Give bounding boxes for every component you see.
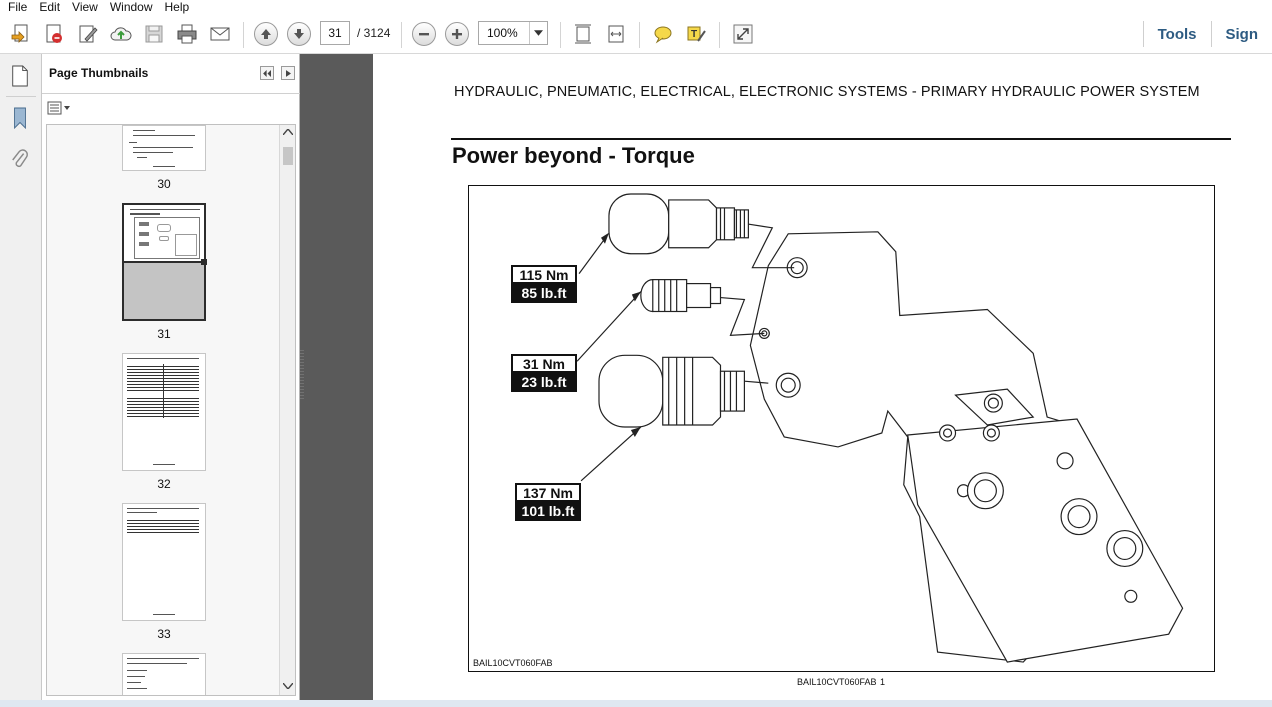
thumbnail-panel-header: Page Thumbnails bbox=[42, 54, 300, 94]
tools-button[interactable]: Tools bbox=[1144, 26, 1211, 43]
export-icon[interactable] bbox=[41, 22, 67, 46]
cloud-upload-icon[interactable] bbox=[108, 22, 134, 46]
thumbnail-page-31[interactable] bbox=[122, 203, 207, 321]
torque-figure bbox=[468, 185, 1215, 672]
figure-caption: BAIL10CVT060FAB bbox=[797, 677, 877, 687]
menu-view[interactable]: View bbox=[72, 0, 98, 14]
menu-file[interactable]: File bbox=[8, 0, 27, 14]
sign-button[interactable]: Sign bbox=[1212, 26, 1272, 43]
thumbnail-options-icon[interactable] bbox=[47, 100, 73, 116]
bookmarks-icon[interactable] bbox=[8, 104, 32, 132]
zoom-in-icon[interactable] bbox=[445, 22, 469, 46]
thumbnail-page-34[interactable] bbox=[122, 653, 206, 695]
comment-icon[interactable] bbox=[650, 22, 676, 46]
torque-nm: 31 Nm bbox=[511, 354, 577, 373]
figure-number: 1 bbox=[880, 677, 886, 687]
fit-width-icon[interactable] bbox=[603, 22, 629, 46]
highlight-icon[interactable]: T bbox=[683, 22, 709, 46]
right-toolbar: Tools Sign bbox=[1142, 14, 1272, 54]
collapse-panel-icon[interactable] bbox=[260, 66, 274, 80]
fit-page-icon[interactable] bbox=[570, 22, 596, 46]
attachments-icon[interactable] bbox=[8, 146, 32, 174]
panel-splitter[interactable] bbox=[300, 350, 305, 400]
thumbnail-page-33[interactable] bbox=[122, 503, 206, 621]
svg-text:T: T bbox=[691, 29, 697, 40]
chevron-down-icon[interactable] bbox=[529, 22, 547, 44]
document-header: HYDRAULIC, PNEUMATIC, ELECTRICAL, ELECTR… bbox=[454, 84, 1200, 100]
menu-edit[interactable]: Edit bbox=[39, 0, 60, 14]
zoom-out-icon[interactable] bbox=[412, 22, 436, 46]
print-icon[interactable] bbox=[174, 22, 200, 46]
thumbnail-label: 30 bbox=[157, 177, 171, 191]
edit-icon[interactable] bbox=[75, 22, 101, 46]
torque-label-115: 115 Nm 85 lb.ft bbox=[511, 265, 577, 303]
menu-bar: File Edit View Window Help bbox=[0, 0, 1272, 14]
next-page-icon[interactable] bbox=[287, 22, 311, 46]
header-rule bbox=[451, 138, 1231, 140]
thumbnail-scrollbar[interactable] bbox=[279, 125, 295, 695]
figure-code: BAIL10CVT060FAB bbox=[473, 658, 553, 668]
hydraulic-coupler-drawing bbox=[576, 193, 1184, 663]
viewer-margin bbox=[300, 54, 373, 700]
document-title: Power beyond - Torque bbox=[452, 143, 695, 168]
thumbnail-panel: Page Thumbnails 30 31 32 33 bbox=[42, 54, 300, 700]
thumbnail-label: 33 bbox=[157, 627, 171, 641]
torque-nm: 115 Nm bbox=[511, 265, 577, 284]
torque-lbft: 101 lb.ft bbox=[515, 502, 581, 521]
thumbnail-label: 31 bbox=[157, 327, 171, 341]
navigation-strip bbox=[0, 54, 42, 700]
torque-label-31: 31 Nm 23 lb.ft bbox=[511, 354, 577, 392]
thumbnail-page-32[interactable] bbox=[122, 353, 206, 471]
torque-label-137: 137 Nm 101 lb.ft bbox=[515, 483, 581, 521]
scroll-up-icon[interactable] bbox=[283, 129, 293, 135]
page-total: / 3124 bbox=[357, 26, 391, 40]
toolbar: T bbox=[0, 14, 1272, 54]
menu-help[interactable]: Help bbox=[165, 0, 190, 14]
previous-page-icon[interactable] bbox=[254, 22, 278, 46]
zoom-value: 100% bbox=[487, 26, 518, 40]
expand-panel-icon[interactable] bbox=[281, 66, 295, 80]
thumbnail-page-30[interactable] bbox=[122, 125, 206, 171]
page-number-input[interactable]: 31 bbox=[320, 21, 350, 45]
thumbnail-label: 32 bbox=[157, 477, 171, 491]
torque-lbft: 85 lb.ft bbox=[511, 284, 577, 303]
panel-title: Page Thumbnails bbox=[49, 66, 149, 80]
save-icon[interactable] bbox=[141, 22, 167, 46]
thumbnail-list[interactable]: 30 31 32 33 bbox=[46, 124, 296, 696]
scroll-down-icon[interactable] bbox=[283, 683, 293, 689]
torque-lbft: 23 lb.ft bbox=[511, 373, 577, 392]
menu-window[interactable]: Window bbox=[110, 0, 153, 14]
status-bar bbox=[0, 700, 1272, 707]
email-icon[interactable] bbox=[207, 22, 233, 46]
page-thumbnails-icon[interactable] bbox=[8, 62, 32, 90]
zoom-select[interactable]: 100% bbox=[478, 21, 548, 45]
scrollbar-thumb[interactable] bbox=[283, 147, 293, 165]
torque-nm: 137 Nm bbox=[515, 483, 581, 502]
create-pdf-icon[interactable] bbox=[8, 22, 34, 46]
read-mode-icon[interactable] bbox=[730, 22, 756, 46]
